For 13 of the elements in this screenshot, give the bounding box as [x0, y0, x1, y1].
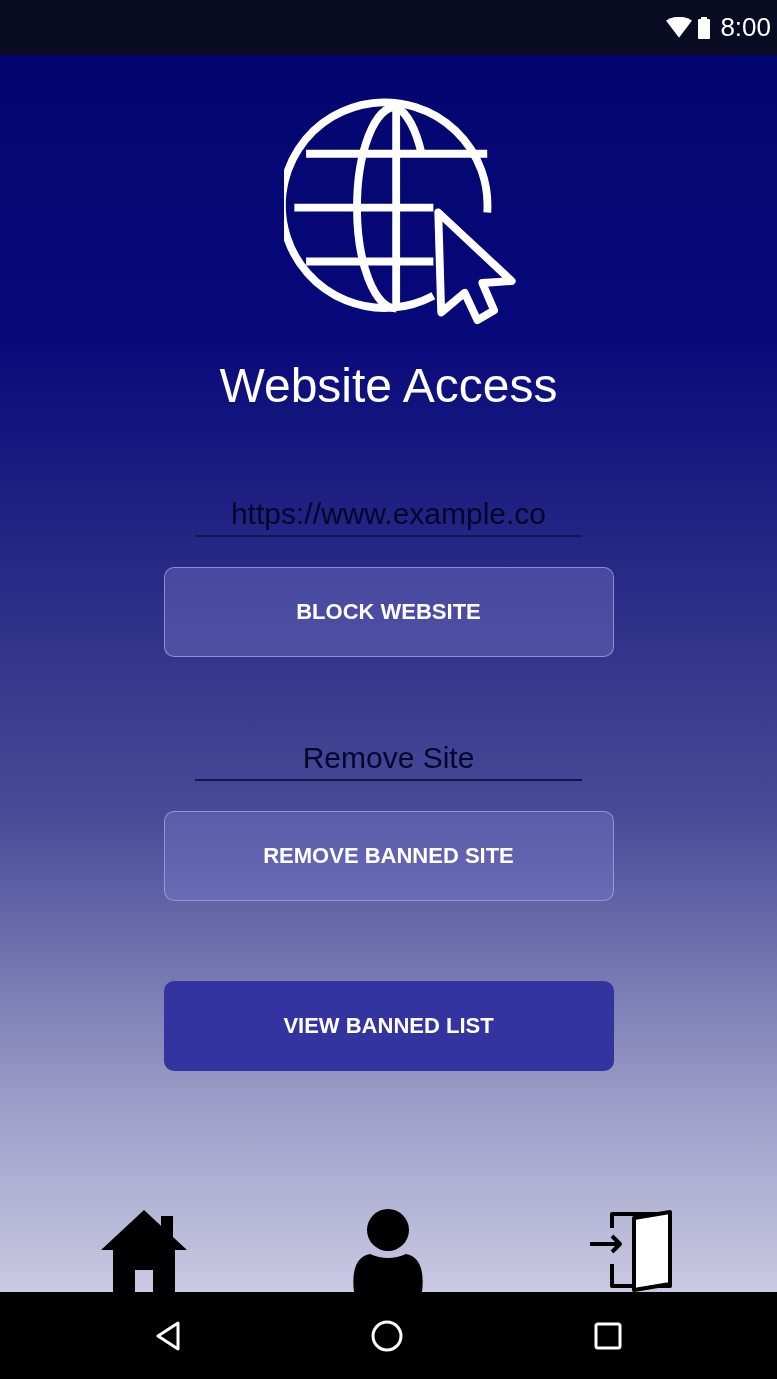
text-field[interactable]: https://www.example.co — [195, 493, 582, 537]
action-button[interactable]: BLOCK WEBSITE — [163, 567, 614, 657]
clock-time: 8:00 — [720, 12, 771, 43]
action-button[interactable]: VIEW BANNED LIST — [163, 981, 614, 1071]
battery-icon — [698, 16, 711, 39]
wifi-icon — [666, 16, 693, 39]
text-field[interactable]: Remove Site — [195, 737, 582, 781]
home-icon[interactable] — [100, 1210, 187, 1292]
back-icon[interactable] — [155, 1320, 182, 1351]
recent-apps-icon[interactable] — [593, 1321, 622, 1350]
app-title: Website Access — [219, 358, 558, 413]
home-circle-icon[interactable] — [371, 1319, 404, 1352]
action-button[interactable]: REMOVE BANNED SITE — [163, 811, 614, 901]
